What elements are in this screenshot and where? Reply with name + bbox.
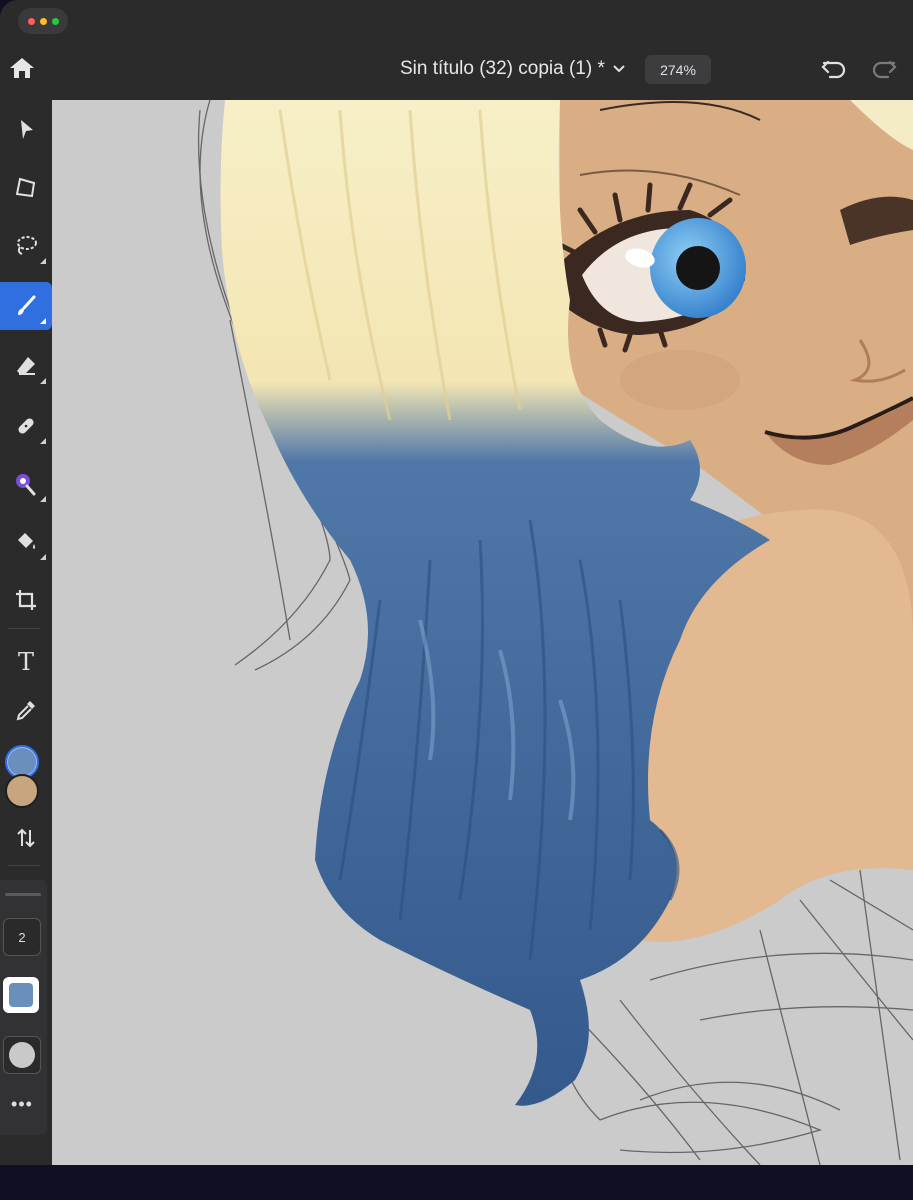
zoom-level: 274% — [660, 61, 696, 78]
select-tool[interactable] — [0, 106, 52, 154]
redo-button[interactable] — [870, 56, 898, 82]
top-bar: Sin título (32) copia (1) * 274% — [0, 0, 913, 100]
fill-tool[interactable] — [0, 518, 52, 566]
separator — [8, 865, 40, 866]
more-icon: ••• — [11, 1094, 33, 1114]
quick-select-tool[interactable] — [0, 460, 52, 508]
separator — [8, 628, 40, 629]
document-title: Sin título (32) copia (1) * — [400, 58, 605, 79]
zoom-dot[interactable] — [51, 17, 59, 25]
submenu-indicator — [40, 438, 46, 444]
transform-icon — [15, 177, 36, 198]
bandage-icon — [18, 418, 34, 434]
submenu-indicator — [40, 318, 46, 324]
crop-icon — [16, 590, 36, 610]
text-icon: T — [17, 648, 34, 676]
secondary-color-swatch[interactable] — [5, 774, 39, 808]
eraser-tool[interactable] — [0, 342, 52, 390]
brush-color-chip — [9, 983, 33, 1007]
window-controls[interactable] — [18, 8, 68, 34]
swap-arrows-icon — [17, 828, 35, 848]
chevron-down-icon — [613, 65, 625, 73]
undo-icon — [821, 60, 846, 79]
round-icon — [9, 1042, 35, 1068]
canvas[interactable] — [52, 100, 913, 1165]
eyedropper-icon — [16, 701, 35, 721]
brush-color-button[interactable] — [3, 977, 39, 1013]
transform-tool[interactable] — [0, 164, 52, 212]
panel-handle[interactable] — [5, 893, 41, 896]
arrow-pointer-icon — [21, 120, 33, 139]
home-button[interactable] — [8, 54, 36, 82]
close-dot[interactable] — [27, 17, 35, 25]
paint-bucket-icon — [18, 533, 35, 549]
zoom-level-button[interactable]: 274% — [645, 55, 711, 84]
brush-size-button[interactable]: 2 — [3, 918, 41, 956]
undo-button[interactable] — [820, 56, 848, 82]
submenu-indicator — [40, 554, 46, 560]
eyedropper-tool[interactable] — [0, 686, 52, 734]
brush-icon — [18, 295, 36, 315]
redo-icon — [872, 60, 897, 79]
minimize-dot[interactable] — [39, 17, 47, 25]
artwork — [197, 100, 913, 1165]
healing-tool[interactable] — [0, 402, 52, 450]
lasso-tool[interactable] — [0, 222, 52, 270]
lasso-icon — [17, 236, 37, 255]
submenu-indicator — [40, 496, 46, 502]
document-title-dropdown[interactable]: Sin título (32) copia (1) * — [400, 58, 625, 80]
swap-colors-button[interactable] — [0, 814, 52, 862]
submenu-indicator — [40, 378, 46, 384]
crop-tool[interactable] — [0, 576, 52, 624]
more-options-button[interactable]: ••• — [0, 1094, 44, 1116]
type-tool[interactable]: T — [0, 638, 52, 686]
brush-tool[interactable] — [0, 282, 52, 330]
home-icon — [10, 58, 34, 78]
app-window: Sin título (32) copia (1) * 274% T 2 ••• — [0, 0, 913, 1165]
submenu-indicator — [40, 258, 46, 264]
brush-size-value: 2 — [18, 929, 26, 945]
brush-tip-button[interactable] — [3, 1036, 41, 1074]
magic-wand-icon — [16, 474, 36, 496]
eraser-icon — [17, 357, 35, 375]
